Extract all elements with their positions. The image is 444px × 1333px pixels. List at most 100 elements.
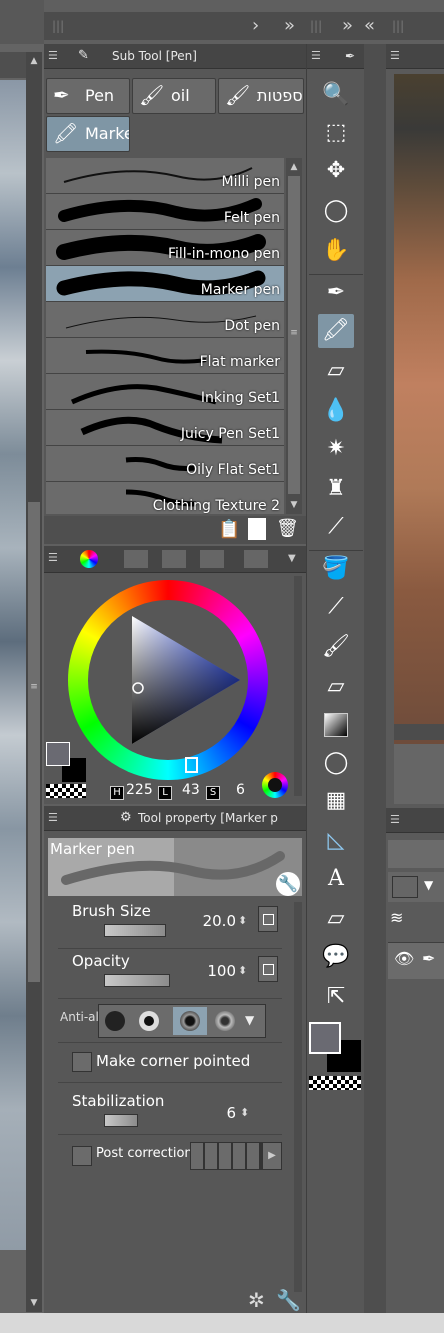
brush-icon[interactable]: 🖌 xyxy=(318,630,354,664)
eraser2-icon[interactable]: ▱ xyxy=(318,670,354,704)
operation-icon[interactable]: ⬚ xyxy=(318,116,354,150)
airbrush-icon[interactable]: ♜ xyxy=(318,472,354,506)
gradient-icon[interactable] xyxy=(318,708,354,742)
antialias-strong-icon[interactable] xyxy=(215,1011,235,1031)
property-scrollbar[interactable] xyxy=(294,902,302,1292)
panel-menu-icon[interactable]: ☰ xyxy=(311,48,329,64)
list-item[interactable]: Inking Set1 xyxy=(46,374,284,410)
antialias-selector[interactable]: ▼ xyxy=(98,1004,266,1038)
double-right-icon[interactable]: » xyxy=(284,12,295,40)
main-color-swatch[interactable] xyxy=(309,1022,341,1054)
chevron-down-icon[interactable]: ▼ xyxy=(245,1013,254,1027)
spinner-settings-icon[interactable]: ✲ xyxy=(248,1288,265,1312)
scroll-down-icon[interactable]: ▼ xyxy=(287,498,301,512)
antialias-medium-icon[interactable] xyxy=(173,1007,207,1035)
copy-subtool-icon[interactable]: 📋 xyxy=(218,519,240,540)
arrow-tool-icon[interactable]: ⇱ xyxy=(318,980,354,1014)
new-subtool-icon[interactable] xyxy=(248,518,266,540)
list-item-selected[interactable]: Marker pen xyxy=(46,266,284,302)
spinner-icon[interactable]: ⬍ xyxy=(238,964,247,977)
color-set-tab-icon[interactable] xyxy=(162,550,186,568)
brush-size-slider[interactable] xyxy=(104,924,166,937)
layer-stack-icon[interactable]: ≋ xyxy=(390,908,403,927)
eraser-icon[interactable]: ▱ xyxy=(318,354,354,388)
dropper-icon[interactable]: ⟋ xyxy=(318,510,354,544)
pen-icon[interactable]: ✒ xyxy=(318,276,354,310)
brush-size-dynamics-button[interactable] xyxy=(258,906,278,932)
dock-scrollbar[interactable] xyxy=(364,44,386,1318)
spinner-icon[interactable]: ⬍ xyxy=(240,1106,249,1119)
trash-icon[interactable]: 🗑 xyxy=(276,518,299,539)
settings-wrench-icon[interactable]: 🔧 xyxy=(276,872,300,896)
panel-menu-icon[interactable]: ☰ xyxy=(390,48,408,64)
scroll-down-icon[interactable]: ▼ xyxy=(27,1296,41,1310)
tab-marker[interactable]: 🖍 Marke xyxy=(46,116,130,152)
marker-icon[interactable]: 🖍 xyxy=(318,314,354,348)
spark-icon[interactable]: ✷ xyxy=(318,432,354,466)
frame-icon[interactable]: ▦ xyxy=(318,784,354,818)
layer-row[interactable]: 👁 ✒ xyxy=(388,942,444,979)
stabilization-slider[interactable] xyxy=(104,1114,138,1127)
brush-size-value[interactable]: 20.0 xyxy=(176,912,236,930)
transparent-color-swatch[interactable] xyxy=(46,784,86,798)
fill-icon[interactable]: 🪣 xyxy=(318,552,354,586)
list-item[interactable]: Dot pen xyxy=(46,302,284,338)
blend-mode-select[interactable] xyxy=(388,840,444,868)
scroll-up-icon[interactable]: ▲ xyxy=(27,54,41,68)
list-item[interactable]: Felt pen xyxy=(46,194,284,230)
correct-line-icon[interactable]: ▱ xyxy=(318,902,354,936)
post-correction-slider[interactable] xyxy=(190,1142,262,1170)
tab-hebrew[interactable]: 🖌 ספטות xyxy=(218,78,304,114)
collapse-right-icon[interactable]: › xyxy=(252,12,259,40)
hand-icon[interactable]: ✋ xyxy=(318,234,354,268)
color-panel-scrollbar[interactable] xyxy=(294,576,302,796)
eye-icon[interactable]: 👁 xyxy=(394,949,414,968)
corner-checkbox[interactable] xyxy=(72,1052,92,1072)
canvas-image[interactable] xyxy=(0,80,26,1250)
panel-menu-icon[interactable]: ☰ xyxy=(48,550,66,566)
color-wheel-tab-icon[interactable] xyxy=(80,550,98,568)
chevron-down-icon[interactable]: ▼ xyxy=(288,550,302,568)
list-item[interactable]: Flat marker xyxy=(46,338,284,374)
wrench-icon[interactable]: 🔧 xyxy=(276,1288,301,1312)
color-slider-tab-icon[interactable] xyxy=(124,550,148,568)
tab-oil[interactable]: 🖌 oil xyxy=(132,78,216,114)
list-item[interactable]: Oily Flat Set1 xyxy=(46,446,284,482)
spinner-icon[interactable]: ⬍ xyxy=(238,914,247,927)
opacity-dynamics-button[interactable] xyxy=(258,956,278,982)
list-item[interactable]: Milli pen xyxy=(46,158,284,194)
navigator-preview[interactable] xyxy=(394,74,444,764)
transparent-color-swatch[interactable] xyxy=(309,1076,361,1090)
canvas-scrollbar[interactable]: ▲ ≡ ▼ xyxy=(26,52,42,1312)
double-left-icon[interactable]: « xyxy=(364,12,375,40)
blend-icon[interactable]: 💧 xyxy=(318,394,354,428)
list-item[interactable]: Clothing Texture 2 xyxy=(46,482,284,514)
saturation-triangle[interactable] xyxy=(68,580,268,780)
post-correction-checkbox[interactable] xyxy=(72,1146,92,1166)
double-right-icon[interactable]: » xyxy=(342,12,353,40)
navigator-scrollbar[interactable] xyxy=(394,724,444,740)
lasso-icon[interactable]: ◯ xyxy=(318,194,354,228)
canvas-scroll-thumb[interactable] xyxy=(28,502,40,982)
panel-menu-icon[interactable]: ☰ xyxy=(390,812,408,828)
list-item[interactable]: Fill-in-mono pen xyxy=(46,230,284,266)
tab-pen[interactable]: ✒ Pen xyxy=(46,78,130,114)
opacity-value[interactable]: 100 xyxy=(176,962,236,980)
chevron-right-icon[interactable]: ▶ xyxy=(262,1142,282,1170)
antialias-weak-icon[interactable] xyxy=(139,1011,159,1031)
scroll-up-icon[interactable]: ▲ xyxy=(287,160,301,174)
antialias-none-icon[interactable] xyxy=(105,1011,125,1031)
ruler-icon[interactable]: ◺ xyxy=(318,824,354,858)
opacity-slider[interactable] xyxy=(104,974,170,987)
move-icon[interactable]: ✥ xyxy=(318,154,354,188)
selection-icon[interactable]: ◯ xyxy=(318,746,354,780)
list-item[interactable]: Juicy Pen Set1 xyxy=(46,410,284,446)
intermediate-color-tab-icon[interactable] xyxy=(200,550,224,568)
panel-menu-icon[interactable]: ☰ xyxy=(48,810,66,826)
layer-palette-color[interactable]: ▼ xyxy=(388,872,444,902)
brush-list[interactable]: Milli pen Felt pen Fill-in-mono pen Mark… xyxy=(46,158,284,514)
text-icon[interactable]: A xyxy=(318,862,354,896)
main-color-swatch[interactable] xyxy=(46,742,70,766)
panel-menu-icon[interactable]: ☰ xyxy=(48,48,66,64)
color-circle-icon[interactable] xyxy=(262,772,288,798)
